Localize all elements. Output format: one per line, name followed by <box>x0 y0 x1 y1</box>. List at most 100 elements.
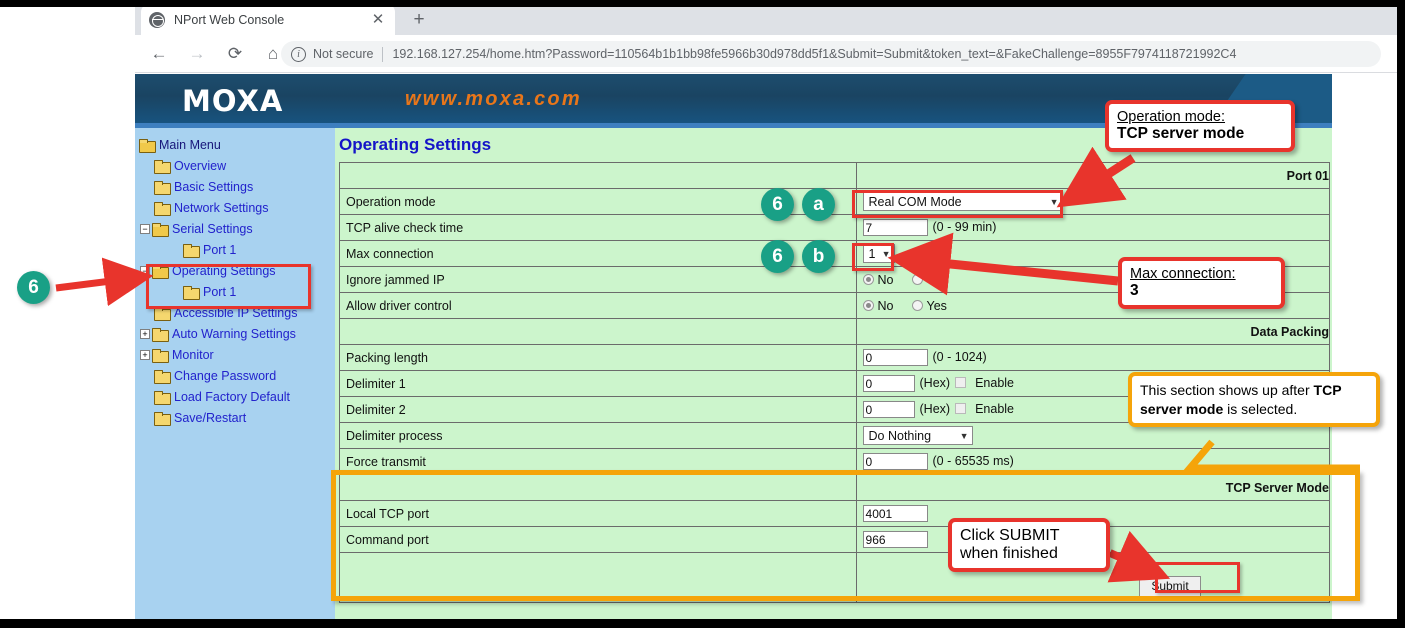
sidebar-item-label: Overview <box>174 158 227 173</box>
table-row-packing-length: Packing length 0 (0 - 1024) <box>339 344 1331 371</box>
back-icon[interactable]: ← <box>145 40 173 68</box>
sidebar-item-overview[interactable]: Overview <box>135 155 335 176</box>
sidebar-item-label: Basic Settings <box>174 179 254 194</box>
delimiter-1-enable-checkbox[interactable] <box>955 376 967 388</box>
sidebar-item-main-menu[interactable]: Main Menu <box>135 134 335 155</box>
reload-icon[interactable]: ⟳ <box>221 40 249 68</box>
browser-toolbar: ← → ⟳ ⌂ i Not secure 192.168.127.254/hom… <box>135 35 1397 73</box>
tcp-alive-input[interactable]: 7 <box>862 219 928 236</box>
frame-right-border <box>1397 0 1405 628</box>
security-status-label: Not secure <box>313 47 374 61</box>
folder-icon <box>154 369 171 384</box>
step-badge-sidebar: 6 <box>17 271 50 304</box>
sidebar-operating-settings-highlight <box>146 264 311 309</box>
collapse-expander-icon[interactable]: − <box>140 223 150 234</box>
sidebar-item-label: Change Password <box>174 368 277 383</box>
allow-driver-control-no-label: No <box>877 298 894 313</box>
max-connection-highlight <box>852 243 894 271</box>
folder-icon <box>154 180 171 195</box>
forward-icon[interactable]: → <box>183 40 211 68</box>
screenshot-root: NPort Web Console ✕ + ← → ⟳ ⌂ i Not secu… <box>0 0 1405 628</box>
browser-tab[interactable]: NPort Web Console ✕ <box>141 4 395 35</box>
moxa-website-text: www.moxa.com <box>405 88 582 110</box>
callout-operation-mode: Operation mode: TCP server mode <box>1105 100 1295 152</box>
sidebar-item-serial-port-1[interactable]: Port 1 <box>135 239 335 260</box>
section-header-port: Port 01 <box>855 162 1331 189</box>
allow-driver-control-yes-label: Yes <box>926 298 947 313</box>
sidebar-item-label: Monitor <box>172 347 214 362</box>
delimiter-process-select[interactable]: Do Nothing ▼ <box>862 426 973 445</box>
callout-max-connection-line2: 3 <box>1130 282 1139 299</box>
delimiter-1-label: Delimiter 1 <box>339 370 857 397</box>
tab-title: NPort Web Console <box>174 12 285 27</box>
sidebar-item-label: Load Factory Default <box>174 389 291 404</box>
ignore-jammed-ip-yes-label: Yes <box>926 272 947 287</box>
sidebar-item-label: Save/Restart <box>174 410 247 425</box>
allow-driver-control-label: Allow driver control <box>339 292 857 319</box>
sidebar-item-label: Serial Settings <box>172 221 253 236</box>
allow-driver-control-radio-no[interactable] <box>862 299 874 311</box>
close-icon[interactable]: ✕ <box>369 11 387 29</box>
sidebar-item-auto-warning-settings[interactable]: + Auto Warning Settings <box>135 323 335 344</box>
callout-max-connection: Max connection: 3 <box>1118 257 1285 309</box>
address-bar[interactable]: i Not secure 192.168.127.254/home.htm?Pa… <box>281 41 1381 67</box>
info-icon[interactable]: i <box>291 46 306 62</box>
navigation-sidebar: Main Menu Overview Basic Settings Networ… <box>135 128 335 628</box>
callout-tcp-server-section: This section shows up after TCP server m… <box>1128 372 1380 428</box>
expand-expander-icon[interactable]: + <box>140 328 150 339</box>
packing-length-hint: (0 - 1024) <box>932 349 987 364</box>
callout-tcp-server-text: This section shows up after TCP server m… <box>1140 381 1368 418</box>
sidebar-item-label: Port 1 <box>203 242 237 257</box>
ignore-jammed-ip-no-label: No <box>877 272 894 287</box>
callout-operation-mode-line1: Operation mode: <box>1117 109 1226 125</box>
delimiter-2-hint: (Hex) <box>919 401 951 416</box>
delimiter-2-input[interactable]: 0 <box>862 401 915 418</box>
callout-submit-line1: Click SUBMIT <box>960 527 1060 544</box>
folder-open-icon <box>139 138 156 153</box>
expand-expander-icon[interactable]: + <box>140 349 150 360</box>
force-transmit-input[interactable]: 0 <box>862 453 928 470</box>
new-tab-icon[interactable]: + <box>407 8 431 32</box>
moxa-logo: MOXA <box>182 84 284 118</box>
packing-length-cell: 0 (0 - 1024) <box>855 344 1331 371</box>
delimiter-2-enable-checkbox[interactable] <box>955 402 967 414</box>
folder-open-icon <box>152 222 169 237</box>
callout-submit-line2: when finished <box>960 545 1058 562</box>
delimiter-1-input[interactable]: 0 <box>862 375 915 392</box>
table-row-section-port: Port 01 <box>339 162 1331 189</box>
delimiter-process-value: Do Nothing <box>868 428 932 443</box>
url-text: 192.168.127.254/home.htm?Password=110564… <box>392 47 1237 61</box>
folder-icon <box>183 243 200 258</box>
operation-mode-highlight <box>852 190 1063 218</box>
sidebar-item-save-restart[interactable]: Save/Restart <box>135 407 335 428</box>
sidebar-item-change-password[interactable]: Change Password <box>135 365 335 386</box>
folder-icon <box>154 201 171 216</box>
force-transmit-hint: (0 - 65535 ms) <box>932 453 1014 468</box>
submit-button-highlight <box>1155 562 1240 593</box>
globe-favicon-icon <box>149 11 165 28</box>
frame-bottom-border <box>0 619 1405 628</box>
sidebar-item-label: Network Settings <box>174 200 269 215</box>
delimiter-1-enable-label: Enable <box>975 375 1015 390</box>
step-badge-operation-mode-letter: a <box>802 188 835 221</box>
packing-length-label: Packing length <box>339 344 857 371</box>
packing-length-input[interactable]: 0 <box>862 349 928 366</box>
tcp-alive-cell: 7 (0 - 99 min) <box>855 214 1331 241</box>
sidebar-item-label: Auto Warning Settings <box>172 326 296 341</box>
delimiter-process-label: Delimiter process <box>339 422 857 449</box>
allow-driver-control-radio-yes[interactable] <box>911 299 923 311</box>
sidebar-item-network-settings[interactable]: Network Settings <box>135 197 335 218</box>
delimiter-2-label: Delimiter 2 <box>339 396 857 423</box>
step-badge-max-connection-number: 6 <box>761 240 794 273</box>
ignore-jammed-ip-radio-yes[interactable] <box>911 273 923 285</box>
folder-icon <box>152 348 169 363</box>
sidebar-item-basic-settings[interactable]: Basic Settings <box>135 176 335 197</box>
ignore-jammed-ip-radio-no[interactable] <box>862 273 874 285</box>
folder-icon <box>154 411 171 426</box>
delimiter-2-enable-label: Enable <box>975 401 1015 416</box>
frame-top-border <box>0 0 1405 7</box>
sidebar-item-load-factory-default[interactable]: Load Factory Default <box>135 386 335 407</box>
sidebar-item-serial-settings[interactable]: − Serial Settings <box>135 218 335 239</box>
sidebar-item-monitor[interactable]: + Monitor <box>135 344 335 365</box>
omnibox-divider <box>382 46 384 62</box>
